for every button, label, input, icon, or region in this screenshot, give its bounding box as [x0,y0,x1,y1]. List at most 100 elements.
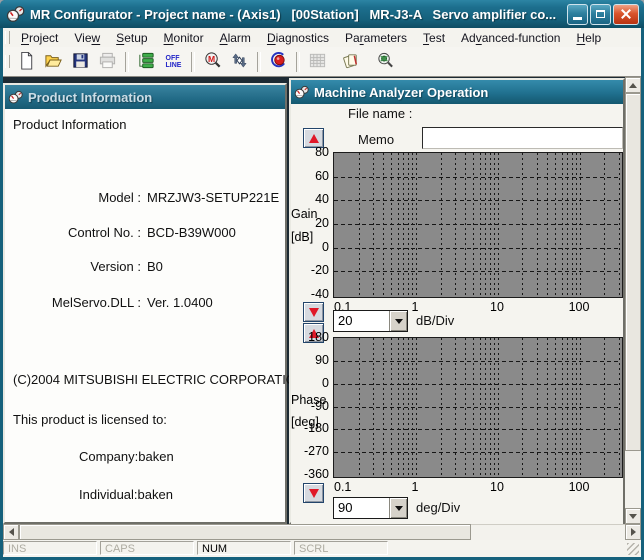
scrollbar-up-arrow[interactable] [625,77,641,93]
product-information-window: Product Information Product Information … [3,83,287,524]
window-title: MR Configurator - Project name - (Axis1)… [30,7,567,22]
menu-help[interactable]: Help [568,29,609,47]
gain-chart: 806040200-20-40 0.1110100 [291,152,623,298]
minimize-icon [573,17,582,20]
company-text: Company:baken [79,449,174,464]
machine-analyzer-title: Machine Analyzer Operation [314,85,488,100]
system-tree-icon [137,51,156,73]
system-settings-button[interactable] [134,50,159,74]
phase-div-select[interactable]: 90 [333,497,408,519]
product-information-title: Product Information [28,90,152,105]
svg-text:M: M [208,53,215,63]
minimize-button[interactable] [567,4,588,25]
phase-x-axis-labels: 0.1110100 [333,480,623,494]
horizontal-scrollbar-thumb[interactable] [19,524,471,540]
mdi-client-area: Product Information Product Information … [3,77,641,540]
menu-test[interactable]: Test [415,29,453,47]
version-row: Version : B0 [5,259,285,275]
arrow-right-icon [631,528,636,536]
machine-analyzer-button[interactable] [373,50,398,74]
test-cards-icon [342,51,361,73]
alarm-bell-icon [269,51,288,73]
status-ins: INS [3,541,97,555]
menu-alarm[interactable]: Alarm [212,29,259,47]
new-document-icon [17,51,36,73]
individual-text: Individual:baken [79,487,173,502]
io-transfer-button[interactable] [227,50,252,74]
gain-div-select[interactable]: 20 [333,310,408,332]
product-information-body: Product Information Model : MRZJW3-SETUP… [5,109,285,522]
phase-scale-down-button[interactable] [303,483,324,503]
y-tick-label: 60 [291,169,329,183]
menu-monitor[interactable]: Monitor [156,29,212,47]
arrow-up-icon [629,83,637,88]
product-information-window-icon [8,90,24,105]
model-label: Model : [5,190,141,205]
copyright-text: (C)2004 MITSUBISHI ELECTRIC CORPORATION [13,372,305,387]
x-tick-label: 100 [569,300,590,314]
menubar-grip[interactable] [5,31,10,44]
save-floppy-icon [71,51,90,73]
alarm-button[interactable] [266,50,291,74]
resize-grip[interactable] [627,543,639,555]
status-num: NUM [197,541,291,555]
x-tick-label: 10 [490,300,504,314]
y-tick-label: -40 [291,287,329,301]
status-bar: INSCAPSNUMSCRL [3,540,641,557]
menu-diagnostics[interactable]: Diagnostics [259,29,337,47]
y-tick-label: 180 [291,330,329,344]
scrollbar-right-arrow[interactable] [625,524,641,540]
phase-div-dropdown-button[interactable] [389,498,407,518]
close-icon [620,8,632,20]
gain-div-unit-label: dB/Div [416,313,454,328]
scrollbar-left-arrow[interactable] [3,524,19,540]
vertical-scrollbar-thumb[interactable] [625,93,641,451]
offline-text-icon: OFFLINE [166,55,182,69]
toolbar-separator [191,52,195,72]
toolbar: OFFLINE M [3,47,641,77]
machine-analyzer-titlebar[interactable]: Machine Analyzer Operation [291,80,623,104]
print-button[interactable] [95,50,120,74]
menu-view[interactable]: View [66,29,108,47]
open-project-button[interactable] [41,50,66,74]
app-icon [6,5,26,23]
menu-setup[interactable]: Setup [108,29,155,47]
product-information-titlebar[interactable]: Product Information [5,85,285,109]
red-down-triangle-icon [309,308,319,317]
menu-project[interactable]: Project [13,29,66,47]
save-project-button[interactable] [68,50,93,74]
close-button[interactable] [613,4,639,25]
menu-parameters[interactable]: Parameters [337,29,415,47]
toolbar-separator [125,52,129,72]
new-project-button[interactable] [14,50,39,74]
monitor-button[interactable]: M [200,50,225,74]
gain-axis-unit: [dB] [291,230,313,244]
y-tick-label: 80 [291,145,329,159]
gain-scale-down-button[interactable] [303,302,324,322]
machine-analyzer-body: File name : Memo 806040200-20-40 0.11101… [291,104,623,525]
test-mode-button[interactable] [339,50,364,74]
toolbar-grip[interactable] [5,55,10,68]
vertical-scrollbar[interactable] [625,77,641,524]
memo-input[interactable] [422,127,623,149]
x-tick-label: 10 [490,480,504,494]
parameter-grid-button[interactable] [305,50,330,74]
file-name-label: File name : [348,106,412,121]
model-value: MRZJW3-SETUP221E [147,190,279,205]
maximize-button[interactable] [590,4,611,25]
phase-div-unit-label: deg/Div [416,500,460,515]
gain-div-dropdown-button[interactable] [389,311,407,331]
gain-axis-label: Gain [291,207,317,221]
horizontal-scrollbar[interactable] [3,524,641,540]
offline-button[interactable]: OFFLINE [161,50,186,74]
x-tick-label: 100 [569,480,590,494]
x-tick-label: 0.1 [334,480,351,494]
melservo-dll-label: MelServo.DLL : [5,295,141,310]
scrollbar-down-arrow[interactable] [625,508,641,524]
melservo-dll-value: Ver. 1.0400 [147,295,213,310]
red-up-triangle-icon [309,134,319,143]
io-transfer-icon [230,51,249,73]
main-window: MR Configurator - Project name - (Axis1)… [0,0,644,560]
titlebar[interactable]: MR Configurator - Project name - (Axis1)… [0,0,644,28]
menu-advanced-function[interactable]: Advanced-function [453,29,568,47]
